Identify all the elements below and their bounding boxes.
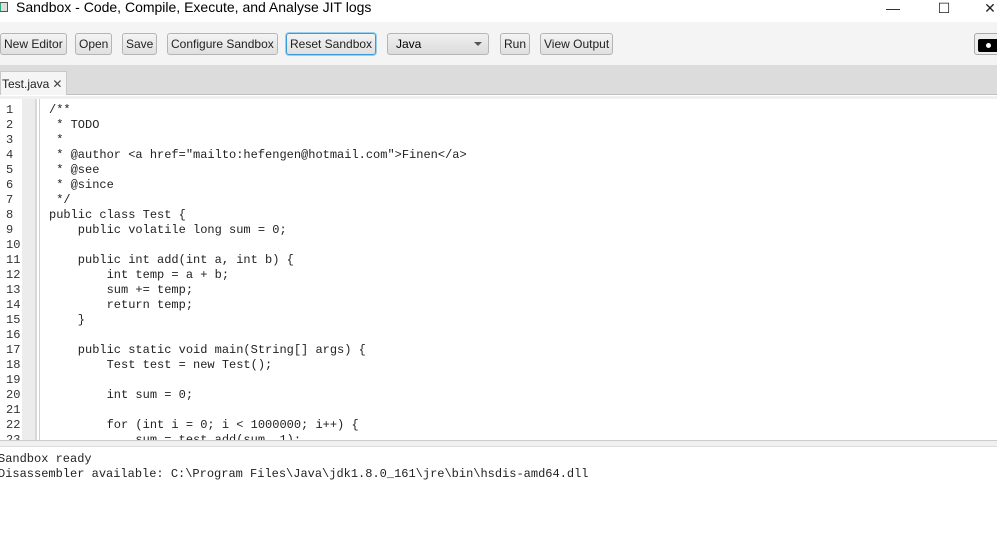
line-number: 14 <box>6 298 21 312</box>
line-number: 18 <box>6 358 21 372</box>
line-number: 12 <box>6 268 21 282</box>
code-line: 15 } <box>0 313 997 328</box>
code-text: int sum = 0; <box>49 388 194 402</box>
code-text: * @author <a href="mailto:hefengen@hotma… <box>49 148 467 162</box>
toolbar: New Editor Open Save Configure Sandbox R… <box>0 22 997 65</box>
code-text: return temp; <box>49 298 194 312</box>
tab-test-java[interactable]: Test.java ✕ <box>0 71 68 95</box>
language-select[interactable]: Java <box>387 33 489 55</box>
line-number: 9 <box>6 223 14 237</box>
line-number: 13 <box>6 283 21 297</box>
code-text: * @since <box>49 178 114 192</box>
code-text: Test test = new Test(); <box>49 358 273 372</box>
code-line: 8 public class Test { <box>0 208 997 223</box>
code-text: sum += temp; <box>49 283 194 297</box>
code-text: public volatile long sum = 0; <box>49 223 287 237</box>
code-text: public static void main(String[] args) { <box>49 343 366 357</box>
code-text: int temp = a + b; <box>49 268 230 282</box>
code-line: 16 <box>0 328 997 343</box>
line-number: 15 <box>6 313 21 327</box>
code-line: 11 public int add(int a, int b) { <box>0 253 997 268</box>
code-line: 1 /** <box>0 103 997 118</box>
maximize-button[interactable]: ☐ <box>929 0 959 17</box>
line-number: 5 <box>6 163 14 177</box>
line-number: 1 <box>6 103 14 117</box>
code-text: * @see <box>49 163 100 177</box>
code-editor[interactable]: 1/** 2 * TODO 3 * 4 * @author <a href="mail… <box>0 96 997 440</box>
line-number: 19 <box>6 373 21 387</box>
code-line: 12 int temp = a + b; <box>0 268 997 283</box>
line-number: 6 <box>6 178 14 192</box>
code-text: for (int i = 0; i < 1000000; i++) { <box>49 418 359 432</box>
code-line: 4 * @author <a href="mailto:hefengen@hot… <box>0 148 997 163</box>
chevron-down-icon <box>474 42 482 46</box>
reset-sandbox-button[interactable]: Reset Sandbox <box>286 33 377 55</box>
code-line: 22 for (int i = 0; i < 1000000; i++) { <box>0 418 997 433</box>
code-line: 5 * @see <box>0 163 997 178</box>
app-icon <box>0 2 8 12</box>
tab-label: Test.java <box>2 77 50 91</box>
code-text: public int add(int a, int b) { <box>49 253 294 267</box>
snapshot-button[interactable] <box>974 33 997 55</box>
code-line: 17 public static void main(String[] args… <box>0 343 997 358</box>
line-number: 11 <box>6 253 21 267</box>
code-line: 6 * @since <box>0 178 997 193</box>
code-line: 13 sum += temp; <box>0 283 997 298</box>
code-line: 19 <box>0 373 997 388</box>
close-tab-icon[interactable]: ✕ <box>52 77 62 91</box>
code-text: public class Test { <box>49 208 186 222</box>
code-line: 2 * TODO <box>0 118 997 133</box>
line-number: 16 <box>6 328 21 342</box>
console-line: Disassembler available: C:\Program Files… <box>0 467 589 481</box>
title-bar: Sandbox - Code, Compile, Execute, and An… <box>0 0 997 22</box>
code-line: 3 * <box>0 133 997 148</box>
line-number: 8 <box>6 208 14 222</box>
camera-lens <box>984 41 993 50</box>
minimize-button[interactable]: — <box>878 0 908 16</box>
line-number: 23 <box>6 433 21 440</box>
console-line: Sandbox ready <box>0 452 92 466</box>
line-number: 10 <box>6 238 21 252</box>
code-text: * TODO <box>49 118 100 132</box>
new-editor-button[interactable]: New Editor <box>0 33 67 55</box>
save-button[interactable]: Save <box>122 33 158 55</box>
configure-sandbox-button[interactable]: Configure Sandbox <box>167 33 278 55</box>
code-text: /** <box>49 103 71 117</box>
code-line: 10 <box>0 238 997 253</box>
line-number: 20 <box>6 388 21 402</box>
line-number: 22 <box>6 418 21 432</box>
view-output-button[interactable]: View Output <box>540 33 614 55</box>
line-number: 3 <box>6 133 14 147</box>
split-pane-divider[interactable] <box>0 440 997 447</box>
line-number: 17 <box>6 343 21 357</box>
code-text: * <box>49 133 64 147</box>
tab-bar: Test.java ✕ <box>0 65 997 95</box>
language-value: Java <box>396 37 422 51</box>
code-text: sum = test.add(sum, 1); <box>49 433 302 440</box>
code-line: 7 */ <box>0 193 997 208</box>
line-number: 4 <box>6 148 14 162</box>
code-line: 9 public volatile long sum = 0; <box>0 223 997 238</box>
run-button[interactable]: Run <box>500 33 531 55</box>
close-button[interactable]: ✕ <box>975 0 997 17</box>
code-line: 23 sum = test.add(sum, 1); <box>0 433 997 440</box>
console-output: Sandbox ready Disassembler available: C:\… <box>0 447 997 554</box>
code-line: 20 int sum = 0; <box>0 388 997 403</box>
code-text: } <box>49 313 86 327</box>
code-line: 14 return temp; <box>0 298 997 313</box>
code-line: 18 Test test = new Test(); <box>0 358 997 373</box>
line-number: 21 <box>6 403 21 417</box>
line-number: 7 <box>6 193 14 207</box>
line-number: 2 <box>6 118 14 132</box>
window-title: Sandbox - Code, Compile, Execute, and An… <box>16 0 372 15</box>
code-line: 21 <box>0 403 997 418</box>
code-text: */ <box>49 193 71 207</box>
open-button[interactable]: Open <box>75 33 113 55</box>
